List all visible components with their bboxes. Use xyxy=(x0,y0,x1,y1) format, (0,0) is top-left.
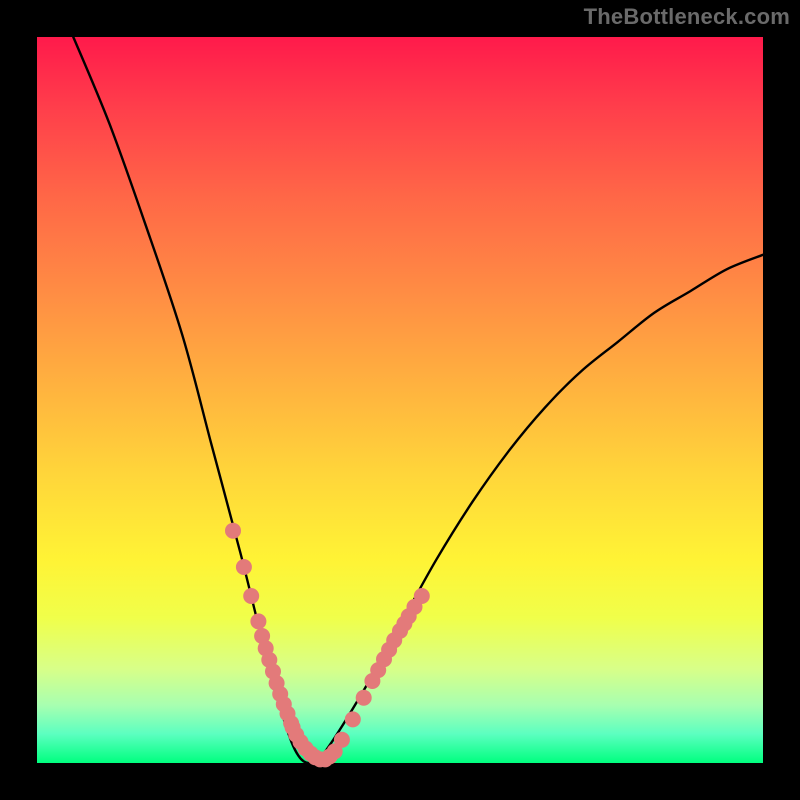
marker-point xyxy=(345,711,361,727)
marker-point xyxy=(334,732,350,748)
chart-frame: TheBottleneck.com xyxy=(0,0,800,800)
attribution-text: TheBottleneck.com xyxy=(584,4,790,30)
marker-point xyxy=(243,588,259,604)
curve-layer xyxy=(37,37,763,763)
marker-point xyxy=(356,690,372,706)
marker-point xyxy=(236,559,252,575)
marker-group xyxy=(225,523,430,768)
marker-point xyxy=(250,613,266,629)
plot-area xyxy=(37,37,763,763)
marker-point xyxy=(225,523,241,539)
marker-point xyxy=(414,588,430,604)
bottleneck-curve xyxy=(73,37,763,763)
